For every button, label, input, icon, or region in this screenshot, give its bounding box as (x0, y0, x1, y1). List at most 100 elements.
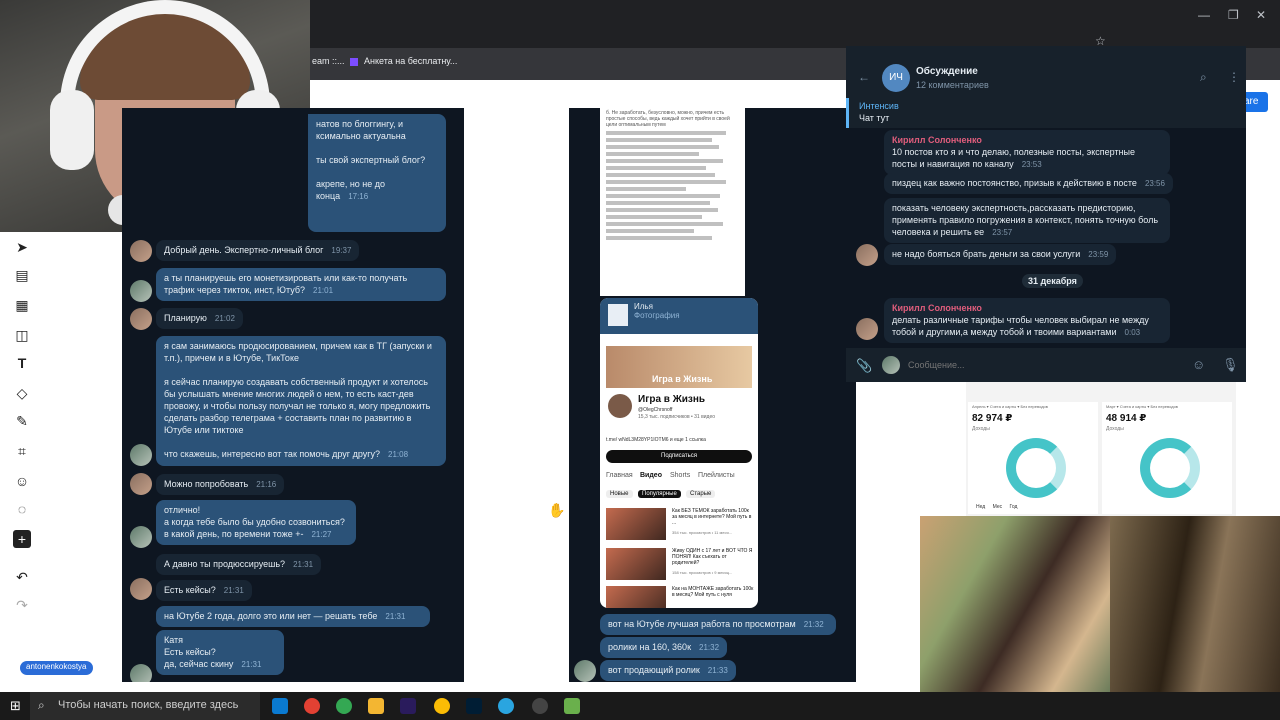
telegram-icon[interactable] (498, 698, 514, 714)
video-title[interactable]: Живу ОДИН с 17 лет и ВОТ ЧТО Я ПОНЯЛ! Ка… (672, 548, 754, 566)
video-thumbnail[interactable] (606, 548, 666, 580)
video-title[interactable]: Как БЕЗ ТЕМОК заработать 100к за месяц в… (672, 508, 754, 526)
message-time: 21:31 (241, 660, 262, 669)
message-text: делать различные тарифы чтобы человек вы… (892, 315, 1149, 337)
close-icon[interactable]: ✕ (1256, 8, 1266, 22)
avatar (882, 356, 900, 374)
video-thumbnail[interactable] (606, 508, 666, 540)
message-time: 23:53 (1021, 160, 1042, 169)
chrome-icon[interactable] (336, 698, 352, 714)
doc-line (606, 215, 702, 219)
redo-icon[interactable]: ↷ (13, 596, 31, 614)
pointer-icon[interactable]: ➤ (13, 238, 31, 256)
doc-line (606, 152, 700, 156)
minimize-icon[interactable]: — (1198, 8, 1210, 22)
pen-icon[interactable]: ✎ (13, 412, 31, 430)
message-bubble: на Ютубе 2 года, долго это или нет — реш… (156, 606, 430, 627)
filter-popular[interactable]: Популярные (638, 490, 681, 498)
tab-shorts[interactable]: Shorts (670, 472, 690, 479)
message-time: 23:56 (1144, 179, 1165, 188)
tab-playlists[interactable]: Плейлисты (698, 472, 735, 479)
undo-icon[interactable]: ↶ (13, 568, 31, 586)
filter-old[interactable]: Старые (686, 490, 716, 498)
message-time: 21:02 (214, 314, 235, 323)
photoshop-icon[interactable] (466, 698, 482, 714)
doc-line (606, 236, 713, 240)
obs-icon[interactable] (532, 698, 548, 714)
message-bubble: Планирую 21:02 (156, 308, 243, 329)
message-bubble: А давно ты продюссируешь? 21:31 (156, 554, 322, 575)
headphone-cup-left (50, 90, 94, 170)
forward-header: Илья Фотография (600, 298, 758, 334)
search-icon[interactable]: ⌕ (1200, 70, 1207, 85)
emoji-icon[interactable]: ☺ (1192, 357, 1205, 372)
filter-new[interactable]: Новые (606, 490, 633, 498)
message-time: 21:31 (223, 586, 244, 595)
tab-videos[interactable]: Видео (640, 472, 662, 479)
maximize-icon[interactable]: ❐ (1228, 8, 1239, 22)
search-icon: ⌕ (38, 698, 45, 712)
document-text: б. Не заработать, безусловно, можно, при… (606, 110, 730, 128)
frame-icon[interactable]: ▦ (13, 296, 31, 314)
video-title[interactable]: Как на МОНТАЖЕ заработать 100к в месяц? … (672, 586, 754, 598)
message-bubble: а ты планируешь его монетизировать или к… (156, 268, 446, 301)
message-time: 23:57 (992, 228, 1013, 237)
bank-tabs: Апрель ▾ Счета и карты ▾ Без переводов (972, 404, 1048, 409)
message-bubble: ролики на 160, 360к 21:32 (600, 637, 728, 658)
bookmark-item[interactable]: Анкета на бесплатну... (364, 56, 457, 66)
document-preview: б. Не заработать, безусловно, можно, при… (600, 108, 745, 296)
avatar (130, 578, 152, 600)
chrome-icon[interactable] (434, 698, 450, 714)
folder-icon[interactable] (368, 698, 384, 714)
back-arrow-icon[interactable]: ← (858, 70, 870, 84)
message-time: 21:31 (385, 612, 406, 621)
hand-cursor-icon: ✋ (548, 502, 566, 518)
message-bubble: Катя Есть кейсы? да, сейчас скину 21:31 (156, 630, 284, 675)
message-bubble: Можно попробовать 21:16 (156, 474, 285, 495)
crop-icon[interactable]: ⌗ (13, 442, 31, 460)
doc-line (606, 145, 720, 149)
sticky-note-icon[interactable]: ◫ (13, 326, 31, 344)
chat-subtitle: 12 комментариев (916, 80, 989, 90)
chrome-icon[interactable] (304, 698, 320, 714)
attach-icon[interactable]: 📎 (856, 358, 872, 374)
microphone-icon[interactable]: 🎙 (1222, 357, 1239, 373)
tab-home[interactable]: Главная (606, 472, 633, 479)
message-text: Есть кейсы? (164, 585, 216, 595)
bookmark-item[interactable]: eam ::... (312, 56, 345, 66)
bank-app-screenshot: Апрель ▾ Счета и карты ▾ Без переводов 8… (966, 382, 1236, 516)
message-bubble: Есть кейсы? 21:31 (156, 580, 252, 601)
message-text: не надо бояться брать деньги за свои усл… (892, 249, 1081, 259)
taskbar-search[interactable]: ⌕ Чтобы начать поиск, введите здесь (30, 692, 260, 720)
windows-start-icon[interactable]: ⊞ (10, 698, 21, 714)
avatar (130, 240, 152, 262)
app-icon[interactable] (564, 698, 580, 714)
message-text: Можно попробовать (164, 479, 249, 489)
message-text: я сам занимаюсь продюсированием, причем … (164, 341, 432, 459)
video-thumbnail[interactable] (606, 586, 666, 608)
add-page-icon[interactable]: ▤ (13, 266, 31, 284)
form-icon (350, 58, 358, 66)
message-time: 17:16 (348, 192, 369, 201)
premiere-icon[interactable] (400, 698, 416, 714)
doc-line (606, 229, 694, 233)
income-label: Доходы (1106, 426, 1124, 432)
message-input[interactable] (908, 357, 1178, 373)
subscribe-button[interactable]: Подписаться (606, 450, 752, 463)
add-icon[interactable]: + (13, 530, 31, 548)
message-time: 21:01 (313, 286, 334, 295)
text-icon[interactable]: T (13, 354, 31, 372)
edge-icon[interactable] (272, 698, 288, 714)
comment-icon[interactable]: ◌ (13, 500, 31, 518)
sender-name: Кирилл Солонченко (892, 303, 982, 313)
bank-panel-right: Март ▾ Счета и карты ▾ Без переводов 48 … (1102, 402, 1232, 514)
message-bubble: вот на Ютубе лучшая работа по просмотрам… (600, 614, 836, 635)
youtube-forward-card: Илья Фотография Игра в Жизнь Игра в Жизн… (600, 298, 758, 608)
period-selector[interactable]: Нед Мес Год (976, 504, 1017, 510)
shapes-icon[interactable]: ◇ (13, 384, 31, 402)
more-icon[interactable]: ⋮ (1228, 70, 1240, 84)
channel-link[interactable]: t.me/ wNdL3M28YP1IOTM6 и еще 1 ссылка (606, 437, 706, 443)
avatar (574, 660, 596, 682)
sticker-icon[interactable]: ☺ (13, 472, 31, 490)
pinned-message[interactable]: Интенсив Чат тут (846, 98, 1246, 128)
